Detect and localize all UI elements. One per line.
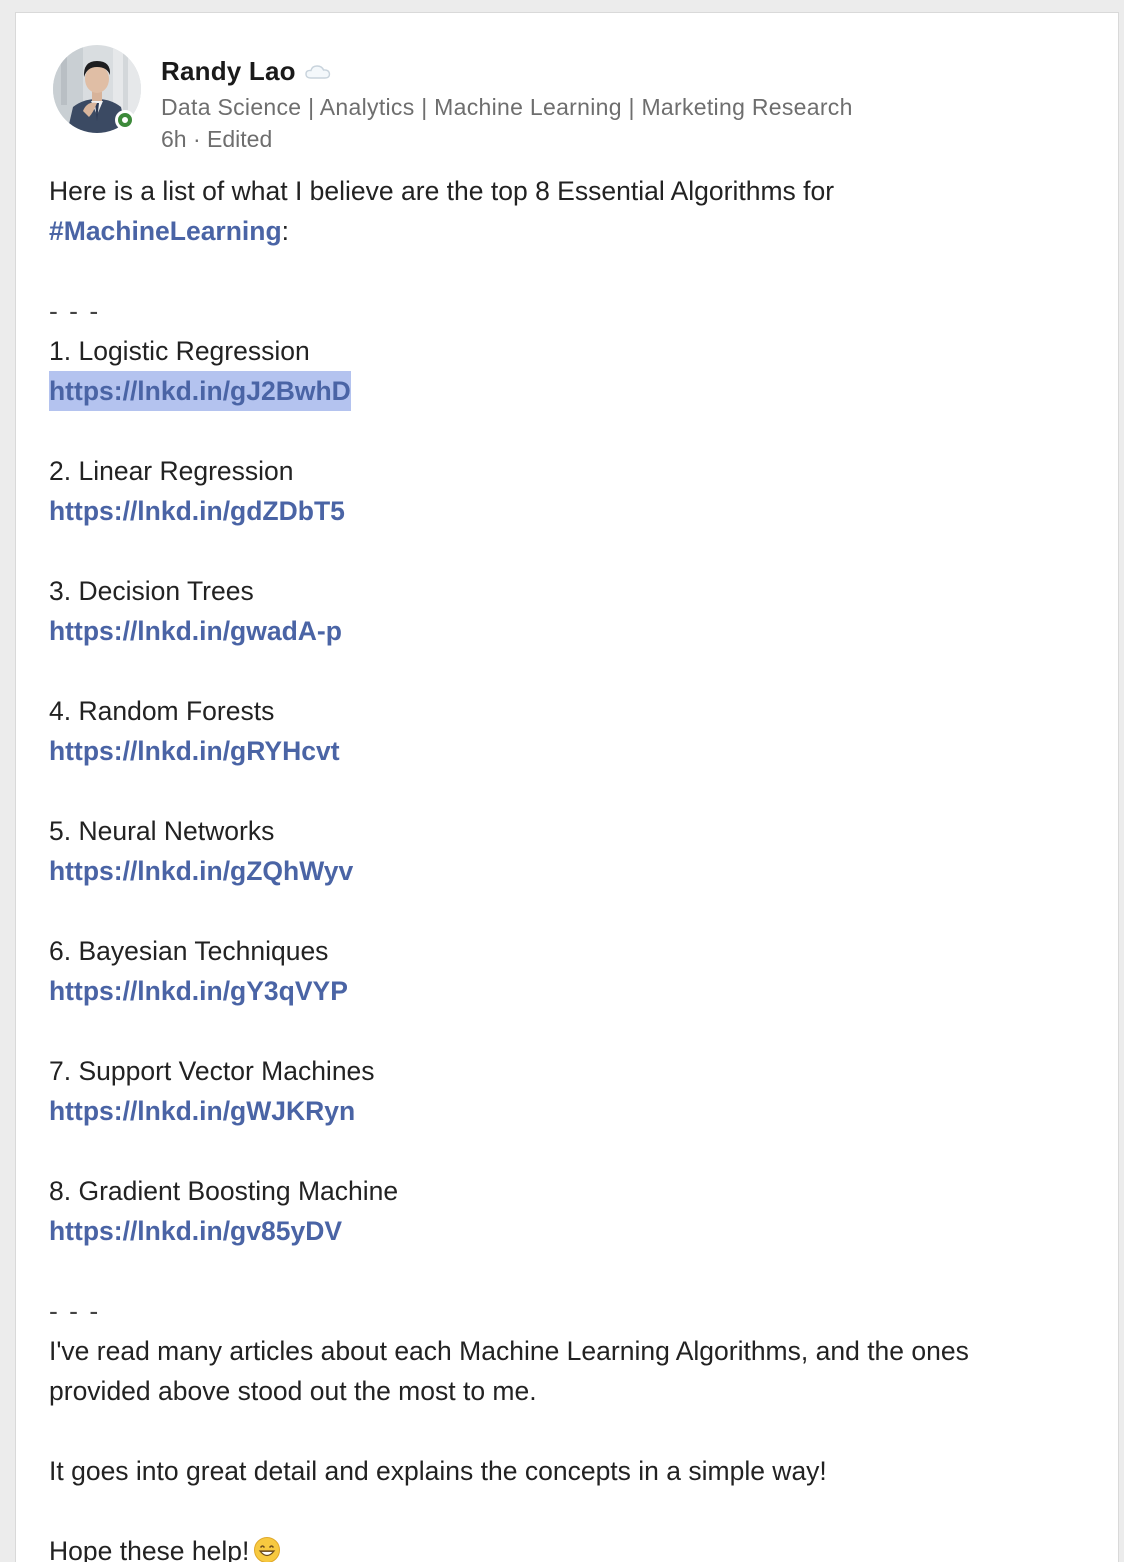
algorithm-link-row: https://lnkd.in/gY3qVYP bbox=[49, 971, 1099, 1011]
algorithm-link-row: https://lnkd.in/gv85yDV bbox=[49, 1211, 1099, 1251]
algorithm-label: 2. Linear Regression bbox=[49, 456, 294, 486]
outro-1-line-1: I've read many articles about each Machi… bbox=[49, 1336, 969, 1366]
outro-1-line-2: provided above stood out the most to me. bbox=[49, 1376, 537, 1406]
algorithm-link[interactable]: https://lnkd.in/gZQhWyv bbox=[49, 851, 353, 891]
author-headline: Data Science | Analytics | Machine Learn… bbox=[161, 94, 853, 120]
algorithm-label: 8. Gradient Boosting Machine bbox=[49, 1176, 399, 1206]
intro-text: Here is a list of what I believe are the… bbox=[49, 176, 835, 206]
outro-paragraph-3: Hope these help! bbox=[49, 1531, 1099, 1562]
meta-separator: · bbox=[192, 126, 201, 152]
post-card: Randy Lao Data Science | Analytics | Mac… bbox=[15, 12, 1119, 1562]
post-meta: 6h · Edited bbox=[161, 125, 961, 153]
edited-label: Edited bbox=[207, 126, 273, 152]
outro-3-text: Hope these help! bbox=[49, 1536, 250, 1562]
cloud-icon bbox=[305, 65, 330, 79]
algorithm-label: 6. Bayesian Techniques bbox=[49, 936, 329, 966]
post-time: 6h bbox=[161, 126, 187, 152]
avatar[interactable] bbox=[53, 45, 141, 133]
algorithm-label: 3. Decision Trees bbox=[49, 576, 254, 606]
algorithm-link[interactable]: https://lnkd.in/gY3qVYP bbox=[49, 971, 348, 1011]
grinning-face-emoji bbox=[254, 1537, 281, 1562]
algorithm-label: 5. Neural Networks bbox=[49, 816, 275, 846]
intro-line: Here is a list of what I believe are the… bbox=[49, 171, 1099, 211]
hashtag-line: #MachineLearning: bbox=[49, 211, 1099, 251]
separator-top: - - - bbox=[49, 296, 101, 326]
author-name[interactable]: Randy Lao bbox=[161, 56, 296, 87]
separator-bottom: - - - bbox=[49, 1296, 101, 1326]
algorithm-label: 4. Random Forests bbox=[49, 696, 275, 726]
algorithm-link-row: https://lnkd.in/gJ2BwhD bbox=[49, 371, 1099, 411]
algorithm-label: 7. Support Vector Machines bbox=[49, 1056, 375, 1086]
post-body: Here is a list of what I believe are the… bbox=[49, 171, 1099, 1562]
hashtag-link[interactable]: #MachineLearning bbox=[49, 216, 282, 246]
algorithm-link[interactable]: https://lnkd.in/gv85yDV bbox=[49, 1211, 342, 1251]
algorithm-link-row: https://lnkd.in/gWJKRyn bbox=[49, 1091, 1099, 1131]
intro-suffix: : bbox=[281, 216, 290, 246]
outro-paragraph-2: It goes into great detail and explains t… bbox=[49, 1456, 827, 1486]
algorithm-link-row: https://lnkd.in/gwadA-p bbox=[49, 611, 1099, 651]
algorithm-link[interactable]: https://lnkd.in/gdZDbT5 bbox=[49, 491, 345, 531]
algorithm-link[interactable]: https://lnkd.in/gRYHcvt bbox=[49, 731, 340, 771]
algorithm-link-row: https://lnkd.in/gRYHcvt bbox=[49, 731, 1099, 771]
algorithm-label: 1. Logistic Regression bbox=[49, 336, 310, 366]
online-status-indicator bbox=[115, 110, 135, 130]
author-info: Randy Lao Data Science | Analytics | Mac… bbox=[161, 45, 961, 153]
algorithm-link[interactable]: https://lnkd.in/gWJKRyn bbox=[49, 1091, 355, 1131]
algorithm-list: 1. Logistic Regression https://lnkd.in/gJ… bbox=[49, 331, 1099, 1251]
algorithm-link-row: https://lnkd.in/gdZDbT5 bbox=[49, 491, 1099, 531]
algorithm-link[interactable]: https://lnkd.in/gJ2BwhD bbox=[49, 371, 351, 411]
algorithm-link-row: https://lnkd.in/gZQhWyv bbox=[49, 851, 1099, 891]
algorithm-link[interactable]: https://lnkd.in/gwadA-p bbox=[49, 611, 342, 651]
outro-paragraph-1: I've read many articles about each Machi… bbox=[49, 1331, 1099, 1411]
